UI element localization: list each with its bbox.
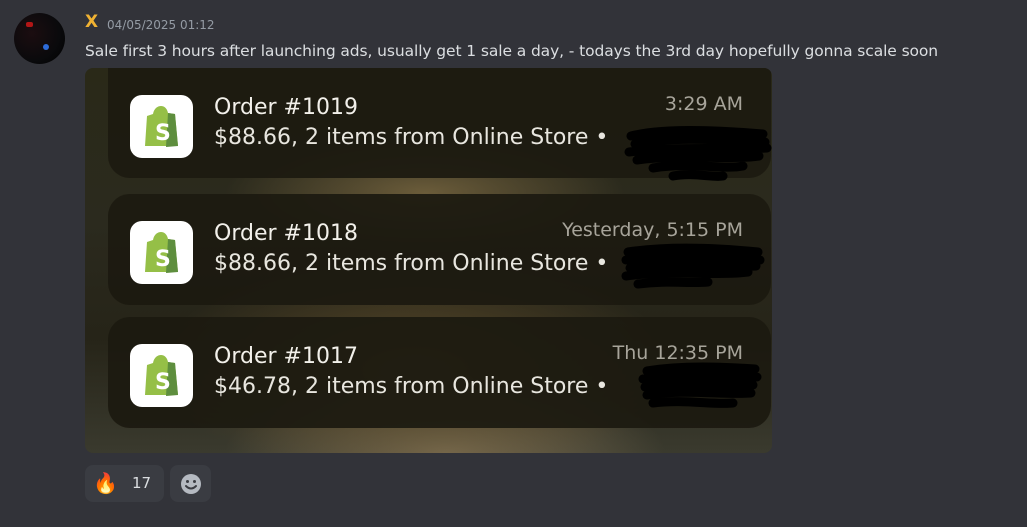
notification-card: S Order #1017 $46.78, 2 items from Onlin… xyxy=(108,317,771,428)
notification-title: Order #1019 xyxy=(214,95,358,120)
redaction-scribble xyxy=(621,243,765,289)
shopify-bag-icon: S xyxy=(130,344,193,407)
svg-text:S: S xyxy=(155,370,171,395)
fire-emoji-icon: 🔥 xyxy=(93,471,118,495)
notification-title: Order #1017 xyxy=(214,344,358,369)
add-reaction-button[interactable] xyxy=(170,465,211,502)
notification-title: Order #1018 xyxy=(214,221,358,246)
shopify-bag-icon: S xyxy=(130,95,193,158)
notification-time: 3:29 AM xyxy=(664,93,743,115)
reaction-fire[interactable]: 🔥 17 xyxy=(85,465,164,502)
notification-subtitle: $88.66, 2 items from Online Store • xyxy=(214,125,609,150)
notification-subtitle: $88.66, 2 items from Online Store • xyxy=(214,251,609,276)
message-text: Sale first 3 hours after launching ads, … xyxy=(85,42,939,60)
user-avatar[interactable] xyxy=(14,13,65,64)
reaction-count: 17 xyxy=(132,474,152,492)
username[interactable]: X xyxy=(85,12,98,32)
image-attachment[interactable]: S Order #1019 $88.66, 2 items from Onlin… xyxy=(85,68,772,453)
notification-card: S Order #1019 $88.66, 2 items from Onlin… xyxy=(108,68,772,181)
svg-text:S: S xyxy=(155,247,171,272)
notification-card: S Order #1018 $88.66, 2 items from Onlin… xyxy=(108,194,771,305)
message-timestamp: 04/05/2025 01:12 xyxy=(107,18,215,32)
smiley-add-reaction-icon xyxy=(181,474,201,494)
redaction-scribble xyxy=(624,126,772,181)
shopify-bag-icon: S xyxy=(130,221,193,284)
notification-subtitle: $46.78, 2 items from Online Store • xyxy=(214,374,609,399)
redaction-scribble xyxy=(638,362,762,408)
notification-time: Yesterday, 5:15 PM xyxy=(562,219,743,241)
svg-text:S: S xyxy=(155,121,171,146)
